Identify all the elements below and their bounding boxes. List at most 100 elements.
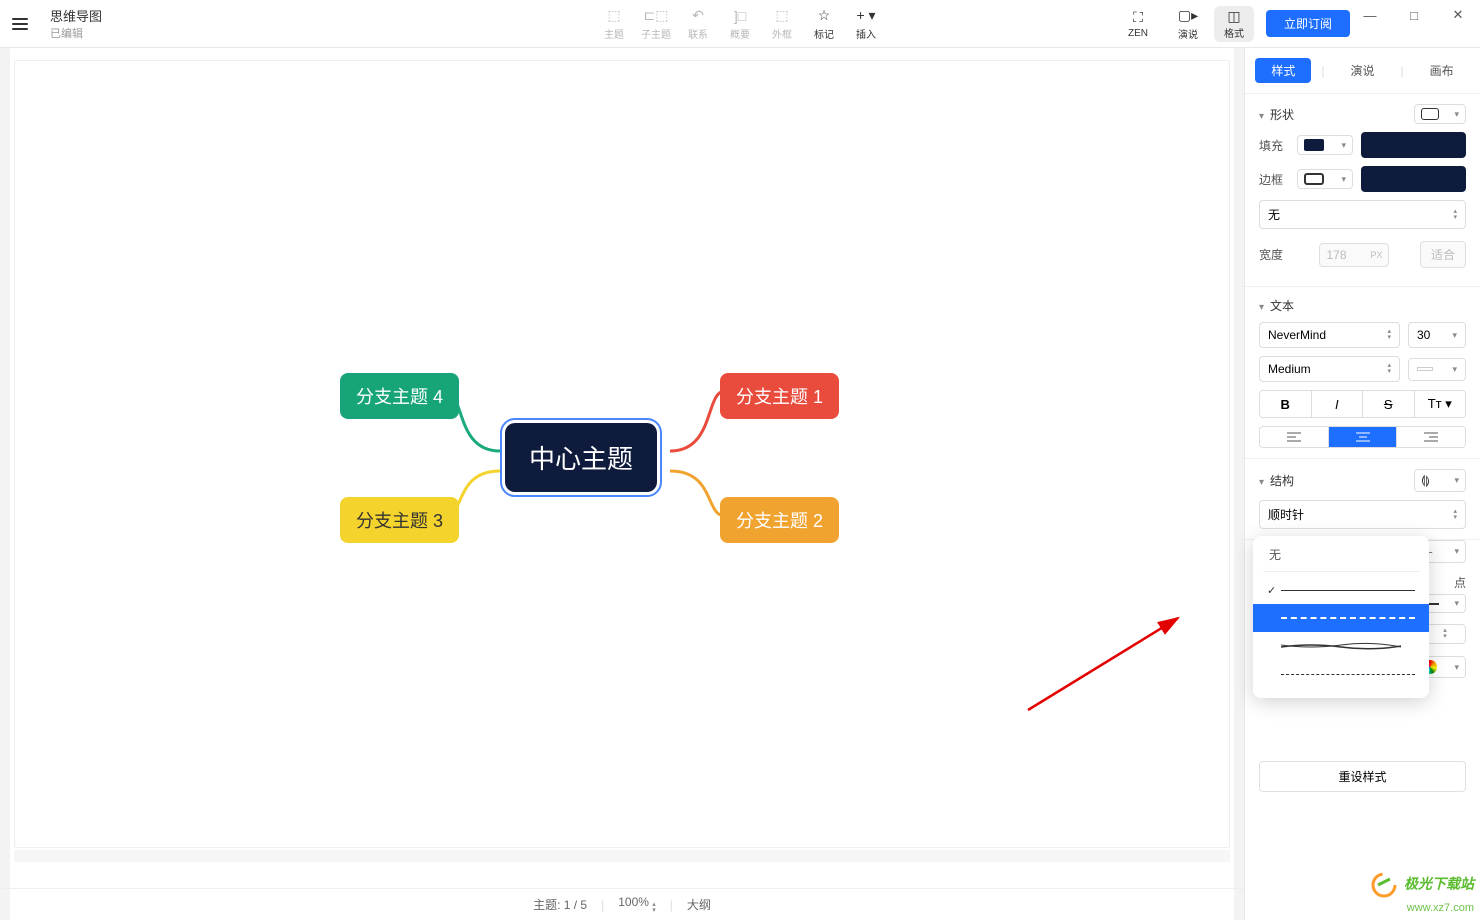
chevron-down-icon: ▾	[1341, 140, 1346, 151]
chevron-down-icon: ▾	[1454, 475, 1459, 486]
gutter-right	[1234, 48, 1244, 920]
stepper-icon: ▴▾	[652, 902, 656, 914]
bold-button[interactable]: B	[1260, 391, 1312, 417]
align-left[interactable]	[1260, 427, 1329, 447]
horizontal-scrollbar[interactable]	[14, 850, 1230, 862]
font-size-select[interactable]: 30 ▾	[1408, 322, 1466, 348]
strike-button[interactable]: S	[1363, 391, 1415, 417]
chevron-down-icon: ▾	[1259, 477, 1264, 488]
width-input[interactable]: 178 PX	[1319, 243, 1389, 267]
line-option-sketch[interactable]	[1253, 632, 1429, 660]
stepper-icon: ▴▾	[1387, 329, 1391, 341]
tool-zen[interactable]: ⛶ZEN	[1116, 3, 1160, 45]
line-option-dashed2[interactable]	[1253, 660, 1429, 688]
border-swatch	[1304, 173, 1324, 185]
check-icon: ✓	[1267, 584, 1281, 597]
window-minimize[interactable]: —	[1348, 0, 1392, 30]
font-weight-select[interactable]: Medium ▴▾	[1259, 356, 1400, 382]
stepper-icon: ▴▾	[1443, 628, 1447, 640]
direction-select[interactable]: 顺时针 ▴▾	[1259, 500, 1466, 529]
rounded-rect-icon	[1421, 108, 1439, 120]
tool-topic[interactable]: ⬚主题	[594, 3, 634, 45]
dropdown-none-label[interactable]: 无	[1253, 546, 1429, 571]
text-align-group	[1259, 426, 1466, 448]
status-zoom[interactable]: 100% ▴▾	[618, 895, 656, 914]
summary-icon: ]□	[734, 7, 746, 25]
section-text: ▾文本 NeverMind ▴▾ 30 ▾ Medium ▴▾ ▾ B I	[1245, 286, 1480, 458]
window-controls: — □ ✕	[1348, 0, 1480, 30]
stepper-icon: ▴▾	[1453, 509, 1457, 521]
text-format-group: B I S Tт ▾	[1259, 390, 1466, 418]
chevron-down-icon: ▾	[1452, 364, 1457, 375]
tab-present[interactable]: 演说	[1334, 58, 1390, 83]
line-option-solid[interactable]: ✓	[1253, 576, 1429, 604]
window-maximize[interactable]: □	[1392, 0, 1436, 30]
chevron-down-icon: ▾	[1341, 174, 1346, 185]
status-outline[interactable]: 大纲	[687, 896, 711, 913]
chevron-down-icon: ▾	[1259, 111, 1264, 122]
star-icon: ☆	[818, 7, 831, 25]
tool-insert[interactable]: + ▾插入	[846, 3, 886, 45]
case-button[interactable]: Tт ▾	[1415, 391, 1466, 417]
dashed-line-icon	[1281, 617, 1415, 619]
gutter-left	[0, 48, 10, 920]
border-thickness-select[interactable]: 无 ▴▾	[1259, 200, 1466, 229]
topic-icon: ⬚	[607, 7, 620, 25]
tool-boundary[interactable]: ⬚外框	[762, 3, 802, 45]
border-color-preview[interactable]	[1361, 166, 1466, 192]
title-sub: 已编辑	[50, 25, 102, 41]
color-swatch	[1417, 367, 1433, 371]
format-icon: ◫	[1227, 8, 1240, 25]
stepper-icon: ▴▾	[1387, 363, 1391, 375]
reset-style-button[interactable]: 重设样式	[1259, 761, 1466, 792]
node-branch1[interactable]: 分支主题 1	[720, 373, 839, 419]
menu-button[interactable]	[0, 18, 40, 30]
zen-icon: ⛶	[1133, 9, 1143, 27]
subscribe-button[interactable]: 立即订阅	[1266, 10, 1350, 37]
mindmap-canvas[interactable]: 中心主题 分支主题 4 分支主题 1 分支主题 3 分支主题 2	[14, 60, 1230, 848]
font-family-select[interactable]: NeverMind ▴▾	[1259, 322, 1400, 348]
tool-relation[interactable]: ↶联系	[678, 3, 718, 45]
fit-button[interactable]: 适合	[1420, 241, 1466, 268]
tool-marker[interactable]: ☆标记	[804, 3, 844, 45]
section-structure: ▾结构 ⟬⟭ ▾ 顺时针 ▴▾	[1245, 458, 1480, 539]
tool-subtopic[interactable]: ⊏⬚子主题	[636, 3, 676, 45]
font-color-select[interactable]: ▾	[1408, 358, 1466, 381]
align-center[interactable]	[1329, 427, 1398, 447]
chevron-down-icon: ▾	[1452, 330, 1457, 341]
panel-tabs: 样式 | 演说 | 画布	[1245, 48, 1480, 93]
align-right[interactable]	[1397, 427, 1465, 447]
shape-select[interactable]: ▾	[1414, 104, 1466, 124]
chevron-down-icon: ▾	[1454, 109, 1459, 120]
line-stepper[interactable]: ▴▾	[1424, 624, 1466, 644]
tool-summary[interactable]: ]□概要	[720, 3, 760, 45]
boundary-icon: ⬚	[775, 7, 788, 25]
fill-swatch	[1304, 139, 1324, 151]
toolbar-center: ⬚主题 ⊏⬚子主题 ↶联系 ]□概要 ⬚外框 ☆标记 + ▾插入	[594, 3, 886, 45]
tab-canvas[interactable]: 画布	[1414, 58, 1470, 83]
line-option-dashed[interactable]	[1253, 604, 1429, 632]
format-panel-toggle[interactable]: ◫ 格式	[1214, 6, 1254, 42]
tool-present[interactable]: ▢▸演说	[1166, 3, 1210, 45]
subtopic-icon: ⊏⬚	[644, 7, 669, 25]
node-center[interactable]: 中心主题	[505, 423, 657, 492]
fill-preview[interactable]	[1361, 132, 1466, 158]
solid-line-icon	[1281, 590, 1415, 591]
structure-type-select[interactable]: ⟬⟭ ▾	[1414, 469, 1466, 492]
section-shape: ▾形状 ▾ 填充 ▾ 边框 ▾ 无 ▴▾ 宽度	[1245, 93, 1480, 286]
line-style-dropdown: 无 ✓	[1253, 536, 1429, 698]
fill-color-select[interactable]: ▾	[1297, 135, 1353, 155]
title-main: 思维导图	[50, 6, 102, 25]
chevron-down-icon: ▾	[1454, 662, 1459, 673]
status-bar: 主题: 1 / 5 | 100% ▴▾ | 大纲	[0, 888, 1244, 920]
endpoint-label: 点	[1454, 574, 1466, 591]
tab-style[interactable]: 样式	[1255, 58, 1311, 83]
border-style-select[interactable]: ▾	[1297, 169, 1353, 189]
italic-button[interactable]: I	[1312, 391, 1364, 417]
window-close[interactable]: ✕	[1436, 0, 1480, 30]
node-branch4[interactable]: 分支主题 4	[340, 373, 459, 419]
status-topics: 主题: 1 / 5	[533, 896, 587, 913]
chevron-down-icon: ▾	[1454, 598, 1459, 609]
node-branch3[interactable]: 分支主题 3	[340, 497, 459, 543]
node-branch2[interactable]: 分支主题 2	[720, 497, 839, 543]
